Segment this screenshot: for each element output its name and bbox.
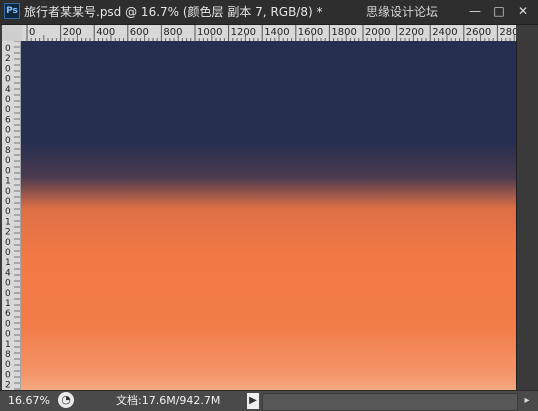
ruler-label: 0	[5, 360, 11, 370]
watermark-text: 思缘设计论坛	[366, 5, 439, 19]
ruler-label: 1800	[331, 27, 356, 38]
minimize-icon[interactable]: —	[464, 2, 486, 20]
ruler-label: 1	[5, 299, 11, 309]
ruler-label: 0	[5, 136, 11, 146]
ruler-label: 600	[130, 27, 149, 38]
ruler-label: 0	[5, 166, 11, 176]
ruler-label: 0	[5, 126, 11, 136]
ruler-label: 1	[5, 258, 11, 268]
ruler-label: 0	[5, 105, 11, 115]
ruler-label: 0	[5, 64, 11, 74]
maximize-icon[interactable]: □	[488, 2, 510, 20]
status-info-menu-icon[interactable]: ▶	[247, 393, 259, 409]
ruler-label: 0	[5, 238, 11, 248]
ruler-label: 0	[5, 289, 11, 299]
status-bar: 16.67% ◔ 文档:17.6M/942.7M ▶ ▸	[0, 390, 538, 411]
ruler-label: 0	[5, 319, 11, 329]
photoshop-app-icon: Ps	[4, 3, 20, 19]
ruler-label: 0	[5, 156, 11, 166]
vertical-ruler-ticks: 0200400600800100012001400160018002	[5, 41, 20, 390]
close-icon[interactable]: ✕	[512, 2, 534, 20]
title-bar[interactable]: Ps 旅行者某某号.psd @ 16.7% (颜色层 副本 7, RGB/8) …	[0, 0, 538, 25]
vertical-scrollbar[interactable]	[516, 41, 537, 390]
ruler-label: 800	[163, 27, 182, 38]
ruler-label: 200	[63, 27, 82, 38]
ruler-label: 6	[5, 115, 11, 125]
ruler-label: 0	[5, 44, 11, 54]
horizontal-ruler-ticks: 0 200 400 600 800 1000 1200 1400 1600 1800 2000 220…	[26, 25, 516, 41]
ruler-label: 6	[5, 309, 11, 319]
ruler-label: 0	[5, 248, 11, 258]
ruler-label: 0	[5, 187, 11, 197]
ruler-label: 2	[5, 381, 11, 390]
gradient-canvas[interactable]	[21, 41, 516, 390]
ruler-label: 2	[5, 54, 11, 64]
ruler-label: 0	[5, 95, 11, 105]
ruler-label: 2	[5, 228, 11, 238]
ruler-label: 4	[5, 268, 11, 278]
horizontal-scrollbar[interactable]	[262, 393, 518, 411]
ruler-label: 0	[29, 27, 35, 38]
ruler-label: 4	[5, 85, 11, 95]
ruler-label: 0	[5, 279, 11, 289]
status-menu-icon[interactable]: ◔	[58, 392, 74, 408]
ruler-label: 8	[5, 146, 11, 156]
ruler-label: 8	[5, 350, 11, 360]
photoshop-document-window: Ps 旅行者某某号.psd @ 16.7% (颜色层 副本 7, RGB/8) …	[0, 0, 538, 411]
ruler-label: 2800	[499, 27, 516, 38]
ruler-label: 2600	[466, 27, 491, 38]
ruler-label: 0	[5, 330, 11, 340]
ruler-label: 0	[5, 370, 11, 380]
ruler-label: 1	[5, 340, 11, 350]
document-title: 旅行者某某号.psd @ 16.7% (颜色层 副本 7, RGB/8) *	[24, 5, 323, 19]
ruler-label: 1000	[197, 27, 222, 38]
ruler-origin-corner[interactable]	[2, 25, 23, 42]
ruler-label: 0	[5, 207, 11, 217]
ruler-label: 1	[5, 177, 11, 187]
ruler-label: 2200	[399, 27, 424, 38]
zoom-level[interactable]: 16.67%	[8, 393, 50, 409]
vertical-ruler[interactable]: 0200400600800100012001400160018002	[2, 41, 21, 390]
ruler-label: 2400	[432, 27, 457, 38]
ruler-label: 1400	[264, 27, 289, 38]
document-size-info: 文档:17.6M/942.7M	[116, 394, 221, 407]
ruler-label: 1600	[298, 27, 323, 38]
ruler-label: 2000	[365, 27, 390, 38]
horizontal-ruler[interactable]: 0 200 400 600 800 1000 1200 1400 1600 1800 2000 220…	[22, 25, 516, 42]
ruler-label: 400	[96, 27, 115, 38]
ruler-label: 0	[5, 75, 11, 85]
ruler-label: 1200	[231, 27, 256, 38]
scroll-right-icon[interactable]: ▸	[519, 393, 535, 409]
ruler-label: 1	[5, 217, 11, 227]
ruler-label: 0	[5, 197, 11, 207]
